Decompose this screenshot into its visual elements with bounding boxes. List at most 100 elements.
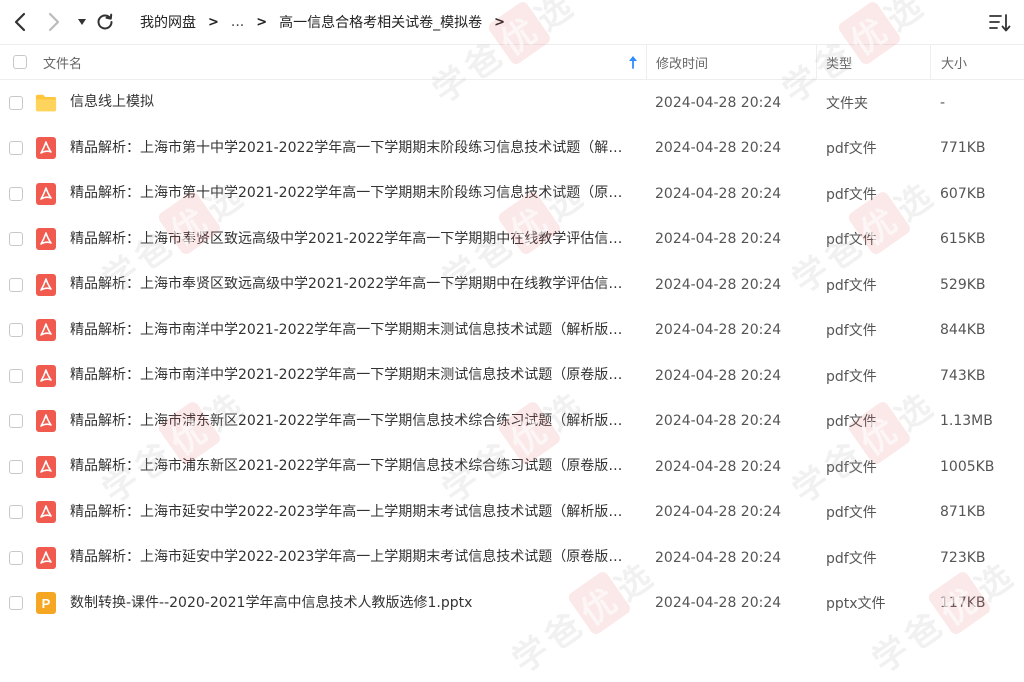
row-checkbox-cell [9,490,23,536]
file-type: pdf文件 [826,323,877,340]
row-icon-cell [35,171,57,217]
file-type: pdf文件 [826,186,877,203]
chevron-left-icon [14,12,26,32]
row-icon-cell [35,399,57,445]
file-size: 723KB [940,549,986,566]
row-checkbox[interactable] [9,459,23,474]
row-checkbox-cell [9,217,23,263]
file-name[interactable]: 精品解析：上海市延安中学2022-2023学年高一上学期期末考试信息技术试题（原… [70,535,636,581]
file-name[interactable]: 精品解析：上海市奉贤区致远高级中学2021-2022学年高一下学期期中在线教学评… [70,262,636,308]
file-size: 1005KB [940,458,995,475]
file-type: pdf文件 [826,550,877,567]
file-type: pdf文件 [826,277,877,294]
column-header-modified[interactable]: 修改时间 [646,45,816,79]
file-name[interactable]: 精品解析：上海市延安中学2022-2023学年高一上学期期末考试信息技术试题（解… [70,490,636,536]
row-checkbox-cell [9,308,23,354]
file-type: pdf文件 [826,368,877,385]
breadcrumb-ellipsis[interactable]: ... [231,14,244,30]
file-size: 607KB [940,185,986,202]
row-checkbox[interactable] [9,596,23,611]
sort-list-icon [989,14,1011,32]
file-row[interactable]: 精品解析：上海市奉贤区致远高级中学2021-2022学年高一下学期期中在线教学评… [0,217,1024,263]
file-row[interactable]: 精品解析：上海市奉贤区致远高级中学2021-2022学年高一下学期期中在线教学评… [0,262,1024,308]
chevron-right-icon [48,12,60,32]
file-name[interactable]: 数制转换-课件--2020-2021学年高中信息技术人教版选修1.pptx [70,581,636,627]
file-name[interactable]: 精品解析：上海市第十中学2021-2022学年高一下学期期末阶段练习信息技术试题… [70,126,636,172]
forward-button[interactable] [42,10,66,34]
breadcrumb-separator: > [494,14,506,30]
pdf-icon [35,182,57,205]
file-size: 1.13MB [940,413,993,430]
file-type: pdf文件 [826,414,877,431]
file-name[interactable]: 信息线上模拟 [70,80,636,126]
back-button[interactable] [8,10,32,34]
file-name[interactable]: 精品解析：上海市南洋中学2021-2022学年高一下学期期末测试信息技术试题（解… [70,308,636,354]
file-type: pdf文件 [826,232,877,249]
file-row[interactable]: 信息线上模拟 2024-04-28 20:24 文件夹 - [0,80,1024,126]
file-type: pdf文件 [826,141,877,158]
row-icon-cell [35,80,57,126]
column-header-size[interactable]: 大小 [930,45,1024,79]
row-checkbox[interactable] [9,141,23,156]
row-checkbox-cell [9,535,23,581]
svg-text:P: P [42,596,51,611]
file-modified: 2024-04-28 20:24 [655,413,782,430]
sort-options-button[interactable] [988,12,1012,34]
breadcrumb-current[interactable]: 高一信息合格考相关试卷_模拟卷 [279,12,482,32]
file-modified: 2024-04-28 20:24 [655,595,782,612]
file-row[interactable]: 精品解析：上海市浦东新区2021-2022学年高一下学期信息技术综合练习试题（原… [0,444,1024,490]
row-checkbox[interactable] [9,368,23,383]
row-checkbox[interactable] [9,323,23,338]
sort-ascending-icon[interactable] [627,55,639,69]
row-checkbox[interactable] [9,186,23,201]
row-checkbox[interactable] [9,505,23,520]
file-type: pptx文件 [826,596,886,613]
file-row[interactable]: 精品解析：上海市第十中学2021-2022学年高一下学期期末阶段练习信息技术试题… [0,171,1024,217]
file-type: 文件夹 [826,95,868,112]
pdf-icon [35,501,57,524]
file-name[interactable]: 精品解析：上海市浦东新区2021-2022学年高一下学期信息技术综合练习试题（解… [70,399,636,445]
select-all-checkbox[interactable] [13,55,27,69]
file-size: 117KB [940,595,986,612]
file-row[interactable]: 精品解析：上海市南洋中学2021-2022学年高一下学期期末测试信息技术试题（原… [0,353,1024,399]
file-list-header: 文件名 修改时间 类型 大小 [0,44,1024,80]
row-checkbox[interactable] [9,277,23,292]
row-icon-cell: P [35,581,57,627]
file-row[interactable]: 精品解析：上海市第十中学2021-2022学年高一下学期期末阶段练习信息技术试题… [0,126,1024,172]
row-checkbox[interactable] [9,550,23,565]
breadcrumb-root[interactable]: 我的网盘 [140,12,196,32]
row-checkbox-cell [9,80,23,126]
column-header-type[interactable]: 类型 [816,45,930,79]
file-row[interactable]: 精品解析：上海市延安中学2022-2023学年高一上学期期末考试信息技术试题（原… [0,535,1024,581]
file-row[interactable]: 精品解析：上海市浦东新区2021-2022学年高一下学期信息技术综合练习试题（解… [0,399,1024,445]
row-checkbox[interactable] [9,414,23,429]
column-header-name[interactable]: 文件名 [43,45,646,79]
row-checkbox[interactable] [9,95,23,110]
file-size: 529KB [940,276,986,293]
file-row[interactable]: 精品解析：上海市南洋中学2021-2022学年高一下学期期末测试信息技术试题（解… [0,308,1024,354]
file-row[interactable]: 精品解析：上海市延安中学2022-2023学年高一上学期期末考试信息技术试题（解… [0,490,1024,536]
pdf-icon [35,319,57,342]
file-name[interactable]: 精品解析：上海市第十中学2021-2022学年高一下学期期末阶段练习信息技术试题… [70,171,636,217]
breadcrumb: 我的网盘 > ... > 高一信息合格考相关试卷_模拟卷 > [140,0,517,44]
file-modified: 2024-04-28 20:24 [655,185,782,202]
row-checkbox-cell [9,353,23,399]
file-modified: 2024-04-28 20:24 [655,231,782,248]
file-name[interactable]: 精品解析：上海市南洋中学2021-2022学年高一下学期期末测试信息技术试题（原… [70,353,636,399]
history-dropdown-button[interactable] [70,10,94,34]
file-modified: 2024-04-28 20:24 [655,367,782,384]
breadcrumb-separator: > [208,14,219,30]
file-size: 871KB [940,504,986,521]
pdf-icon [35,546,57,569]
pdf-icon [35,228,57,251]
file-type: pdf文件 [826,505,877,522]
select-all-cell [13,45,27,79]
file-modified: 2024-04-28 20:24 [655,458,782,475]
file-name[interactable]: 精品解析：上海市奉贤区致远高级中学2021-2022学年高一下学期期中在线教学评… [70,217,636,263]
file-row[interactable]: P 数制转换-课件--2020-2021学年高中信息技术人教版选修1.pptx … [0,581,1024,627]
file-size: 743KB [940,367,986,384]
row-checkbox[interactable] [9,232,23,247]
file-name[interactable]: 精品解析：上海市浦东新区2021-2022学年高一下学期信息技术综合练习试题（原… [70,444,636,490]
pdf-icon [35,455,57,478]
refresh-button[interactable] [93,10,117,34]
